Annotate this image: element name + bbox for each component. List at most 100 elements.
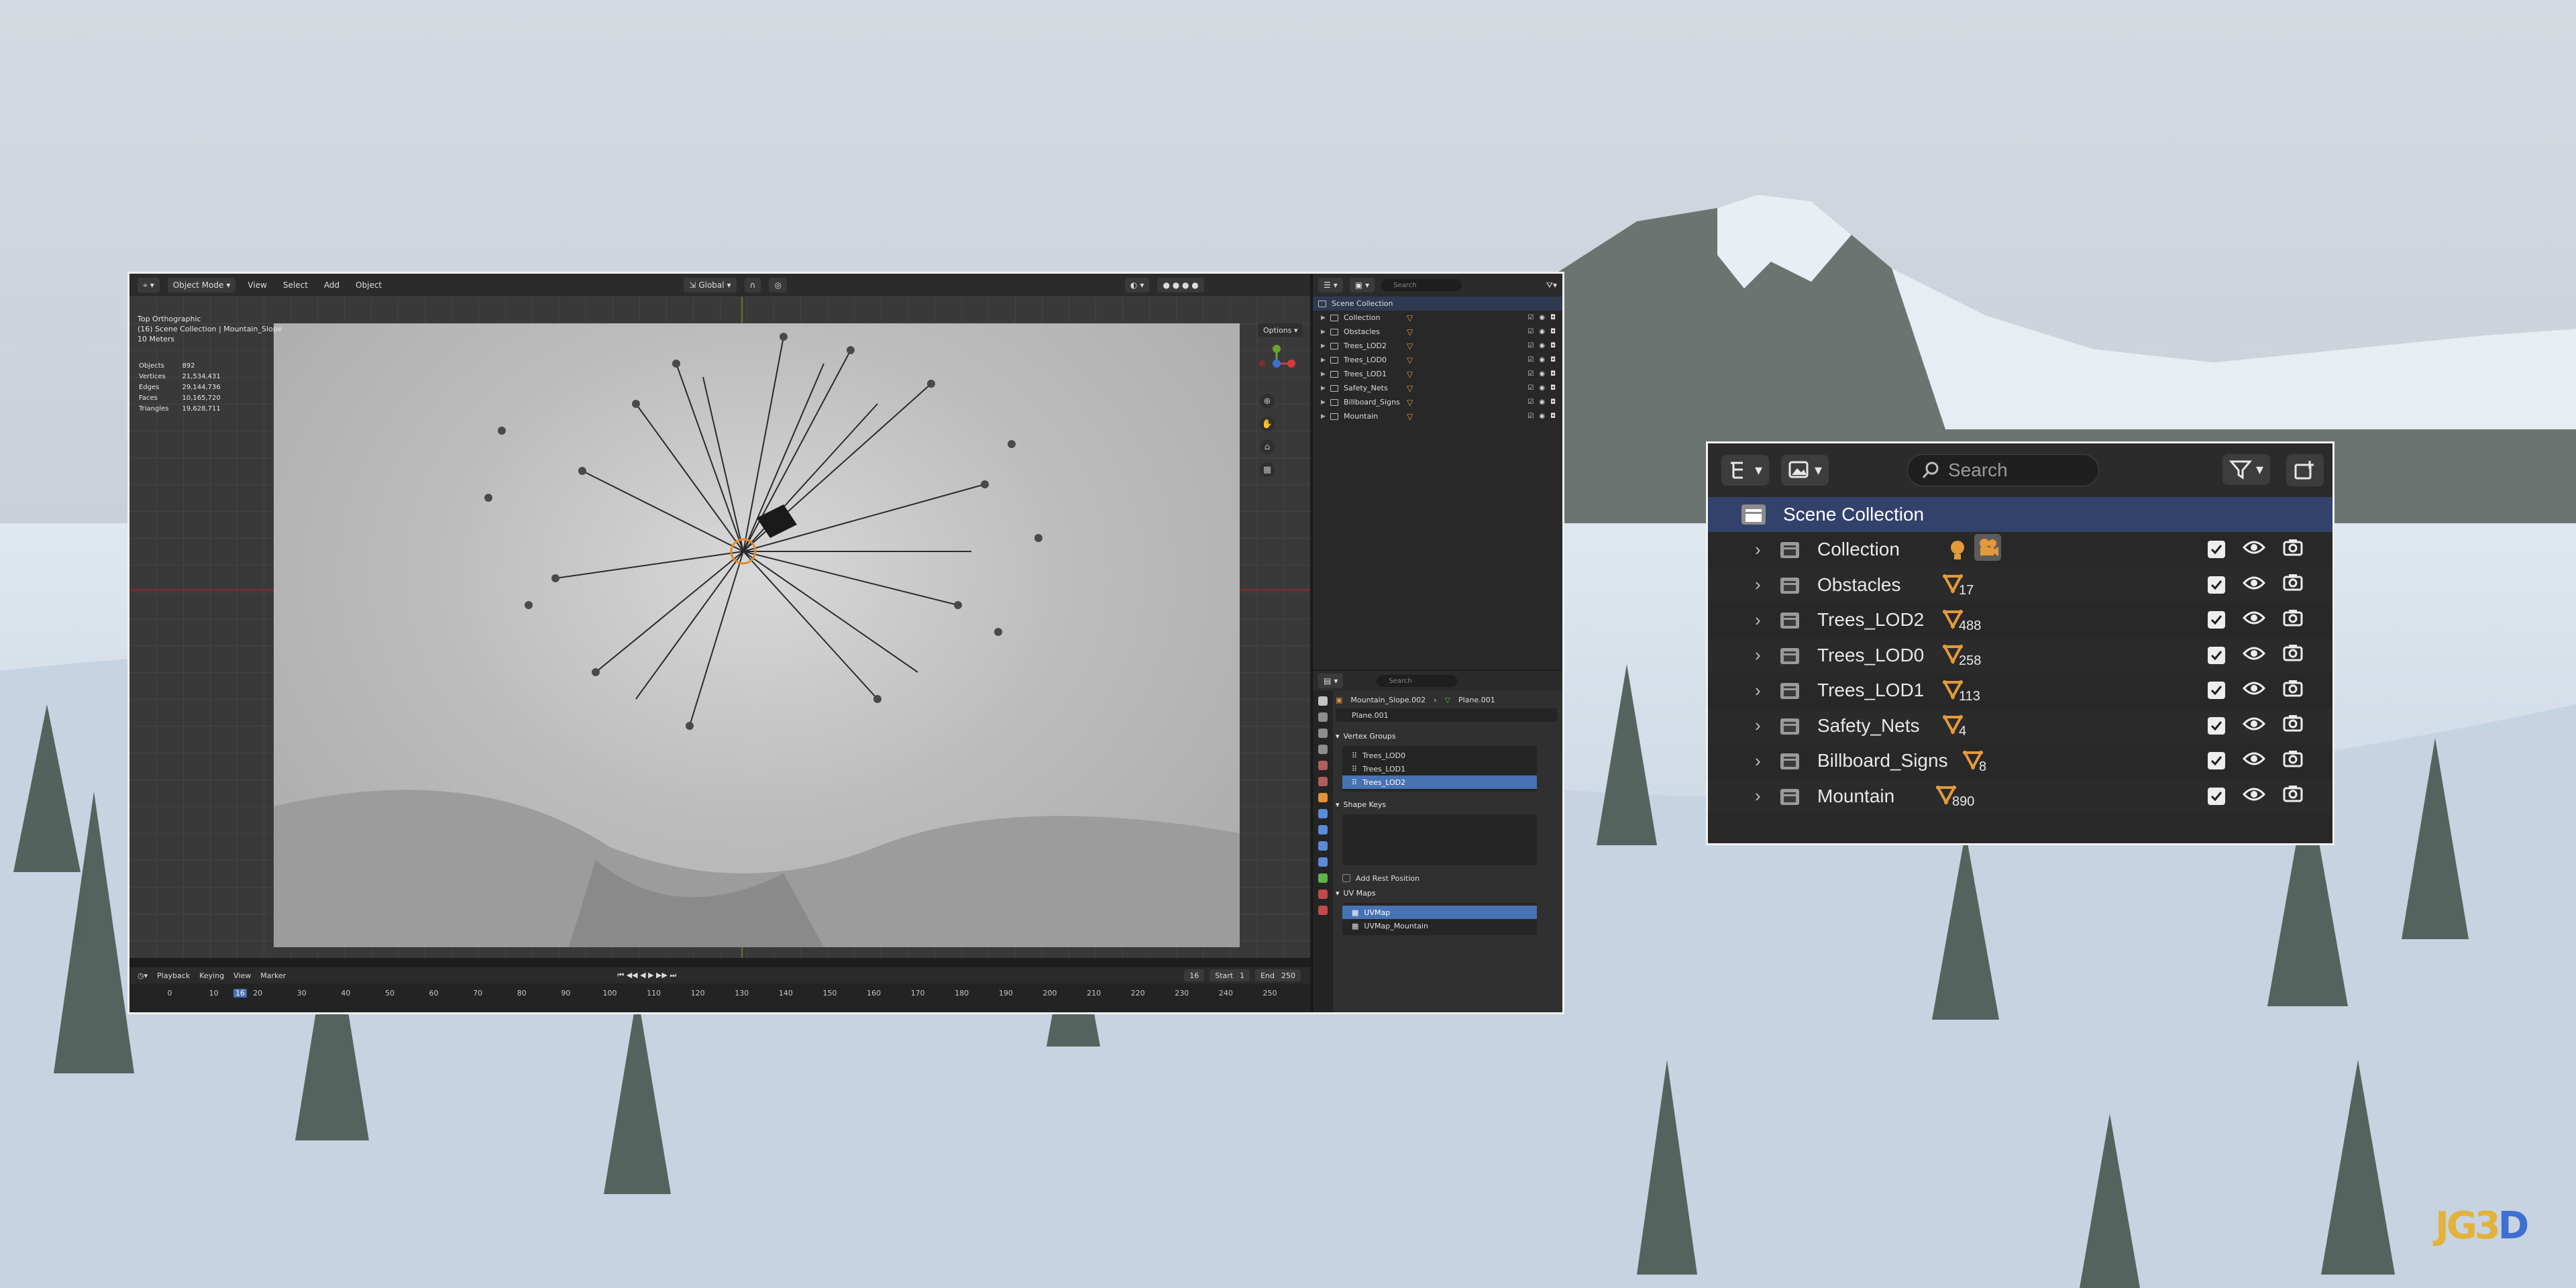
exclude-checkbox[interactable]	[2208, 541, 2225, 559]
outliner-row[interactable]: ▶ Obstacles ▽ ☑ ◉ ◘	[1313, 325, 1562, 339]
exclude-checkbox[interactable]	[2208, 611, 2225, 629]
eye-icon[interactable]	[2242, 539, 2266, 560]
eye-icon[interactable]: ◉	[1539, 413, 1545, 420]
camera-icon[interactable]: ◘	[1550, 314, 1556, 321]
texture-tab-icon[interactable]	[1318, 906, 1328, 915]
camera-icon[interactable]	[2283, 714, 2303, 737]
3d-viewport[interactable]: Top Orthographic (16) Scene Collection |…	[129, 297, 1310, 958]
vertex-group-item[interactable]: ⠿ Trees_LOD0	[1342, 749, 1537, 762]
chevron-right-icon[interactable]: ›	[1755, 786, 1761, 806]
navigation-gizmo[interactable]	[1256, 343, 1297, 384]
filter-view-dropdown[interactable]: ▾	[1781, 455, 1829, 486]
chevron-right-icon[interactable]: ▶	[1321, 357, 1330, 364]
timeline-menu-view[interactable]: View	[233, 971, 251, 980]
menu-add[interactable]: Add	[320, 280, 343, 290]
exclude-checkbox[interactable]	[2208, 576, 2225, 594]
zoomed-outliner-row[interactable]: › Trees_LOD1 113	[1708, 673, 2332, 708]
exclude-checkbox[interactable]: ☑	[1527, 384, 1534, 392]
display-mode-button[interactable]: ☰ ▾	[1318, 278, 1343, 292]
outliner-search-input[interactable]: Search	[1381, 279, 1462, 291]
menu-object[interactable]: Object	[352, 280, 386, 290]
orientation-dropdown[interactable]: ⇲ Global ▾	[684, 278, 737, 292]
zoomed-outliner-row[interactable]: › Trees_LOD0 258	[1708, 637, 2332, 673]
new-collection-button[interactable]	[2286, 454, 2324, 486]
menu-select[interactable]: Select	[279, 280, 312, 290]
pan-hand-icon[interactable]: ✋	[1260, 417, 1275, 431]
mesh-data-tab-icon[interactable]	[1318, 873, 1328, 883]
zoomed-search-input[interactable]: Search	[1907, 454, 2099, 486]
exclude-checkbox[interactable]	[2208, 682, 2225, 700]
playback-controls[interactable]: ⏮ ◀◀ ◀ ▶ ▶▶ ⏭	[617, 971, 676, 980]
exclude-checkbox[interactable]: ☑	[1527, 314, 1534, 321]
grid-view-icon[interactable]: ▦	[1260, 462, 1275, 477]
constraints-tab-icon[interactable]	[1318, 857, 1328, 867]
outliner-row[interactable]: ▶ Mountain ▽ ☑ ◉ ◘	[1313, 409, 1562, 423]
outliner-row[interactable]: ▶ Trees_LOD2 ▽ ☑ ◉ ◘	[1313, 339, 1562, 353]
camera-icon[interactable]	[2283, 609, 2303, 631]
eye-icon[interactable]	[2242, 574, 2266, 596]
mode-dropdown[interactable]: Object Mode ▾	[167, 278, 236, 292]
add-rest-position-checkbox[interactable]: Add Rest Position	[1336, 871, 1557, 885]
camera-icon[interactable]	[2283, 644, 2303, 666]
camera-icon[interactable]: ◘	[1550, 356, 1556, 364]
eye-icon[interactable]: ◉	[1539, 314, 1545, 321]
timeline-current-frame-marker[interactable]: 16	[233, 989, 247, 998]
eye-icon[interactable]	[2242, 645, 2266, 666]
chevron-right-icon[interactable]: ▶	[1321, 413, 1330, 420]
camera-icon[interactable]	[2283, 574, 2303, 596]
camera-icon[interactable]: ◘	[1550, 413, 1556, 420]
proportional-edit-button[interactable]: ◎	[769, 278, 787, 292]
camera-icon[interactable]: ◘	[1550, 342, 1556, 350]
world-tab-icon[interactable]	[1318, 777, 1328, 786]
chevron-right-icon[interactable]: ›	[1755, 539, 1761, 560]
exclude-checkbox[interactable]	[2208, 716, 2225, 735]
zoom-icon[interactable]: ⊕	[1260, 394, 1275, 409]
view-layer-tab-icon[interactable]	[1318, 745, 1328, 754]
timeline-frame-ruler[interactable]: 0 10 20 30 40 50 60 70 80 90 100 110 120 130 140 150 160…	[129, 983, 1310, 1002]
terrain-mesh[interactable]	[274, 323, 1240, 947]
render-tab-icon[interactable]	[1318, 712, 1328, 722]
view-layer-button[interactable]: ▣ ▾	[1349, 278, 1375, 292]
camera-icon[interactable]: ◘	[1550, 384, 1556, 392]
timeline-menu-marker[interactable]: Marker	[260, 971, 286, 980]
options-dropdown[interactable]: Options ▾	[1258, 323, 1303, 337]
object-tab-icon[interactable]	[1318, 793, 1328, 802]
chevron-right-icon[interactable]: ▶	[1321, 399, 1330, 406]
filter-icon[interactable]: ⛛▾	[1546, 280, 1557, 290]
exclude-checkbox[interactable]: ☑	[1527, 370, 1534, 378]
editor-type-button[interactable]: ⌖ ▾	[138, 278, 160, 292]
eye-icon[interactable]	[2242, 786, 2266, 807]
vertex-group-item-selected[interactable]: ⠿ Trees_LOD2	[1342, 775, 1537, 789]
current-frame-field[interactable]: 16	[1184, 969, 1205, 981]
camera-icon[interactable]: ◘	[1550, 398, 1556, 406]
zoomed-scene-collection-row[interactable]: Scene Collection	[1708, 497, 2332, 532]
end-frame-field[interactable]: End 250	[1255, 969, 1301, 981]
outliner-row[interactable]: ▶ Collection ▽ ☑ ◉ ◘	[1313, 311, 1562, 325]
overlays-button[interactable]: ◐ ▾	[1124, 278, 1150, 292]
eye-icon[interactable]	[2242, 750, 2266, 771]
eye-icon[interactable]	[2242, 715, 2266, 737]
timeline-editor-icon[interactable]: ◷▾	[138, 971, 148, 980]
exclude-checkbox[interactable]: ☑	[1527, 356, 1534, 364]
eye-icon[interactable]	[2242, 609, 2266, 631]
camera-icon[interactable]	[2283, 750, 2303, 772]
outliner-row[interactable]: ▶ Trees_LOD1 ▽ ☑ ◉ ◘	[1313, 367, 1562, 381]
display-mode-dropdown[interactable]: ▾	[1721, 455, 1770, 486]
exclude-checkbox[interactable]	[2208, 646, 2225, 664]
light-icon[interactable]	[1947, 539, 1968, 566]
exclude-checkbox[interactable]: ☑	[1527, 342, 1534, 350]
uv-map-item-selected[interactable]: ▦ UVMap	[1342, 906, 1537, 919]
camera-icon[interactable]: ◘	[1550, 370, 1556, 378]
snap-button[interactable]: ∩	[744, 278, 761, 292]
chevron-right-icon[interactable]: ▶	[1321, 315, 1330, 321]
camera-icon[interactable]	[2283, 785, 2303, 807]
zoomed-outliner-row[interactable]: › Trees_LOD2 488	[1708, 602, 2332, 638]
tool-tab-icon[interactable]	[1318, 696, 1328, 706]
chevron-right-icon[interactable]: ›	[1755, 680, 1761, 701]
eye-icon[interactable]: ◉	[1539, 370, 1545, 378]
zoomed-outliner-row[interactable]: › Collection	[1708, 532, 2332, 568]
eye-icon[interactable]: ◉	[1539, 356, 1545, 364]
eye-icon[interactable]: ◉	[1539, 328, 1545, 335]
camera-view-icon[interactable]: ⌂	[1260, 439, 1275, 454]
chevron-right-icon[interactable]: ›	[1755, 645, 1761, 665]
